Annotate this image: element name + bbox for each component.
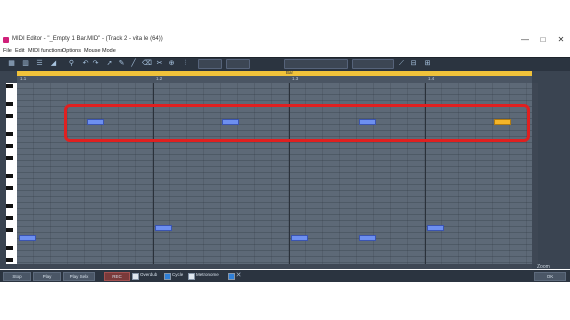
- curve-icon[interactable]: ◢: [50, 60, 57, 67]
- menu-options[interactable]: Options: [62, 48, 81, 54]
- option-checkbox[interactable]: [228, 273, 235, 280]
- black-key[interactable]: [6, 84, 13, 88]
- minimize-button[interactable]: —: [520, 35, 530, 45]
- list-icon[interactable]: ☰: [36, 60, 43, 67]
- black-key[interactable]: [6, 102, 13, 106]
- bar-marker: 1.2: [156, 76, 163, 81]
- vertical-scrollbar[interactable]: [532, 83, 538, 264]
- menu-edit[interactable]: Edit: [15, 48, 24, 54]
- metronome-label: Metronome: [196, 272, 219, 277]
- track-select[interactable]: [284, 59, 348, 69]
- midi-note[interactable]: [19, 235, 36, 241]
- bar-marker: 1.4: [428, 76, 435, 81]
- undo-icon[interactable]: ↶: [82, 60, 89, 67]
- link-icon[interactable]: ⟋: [398, 60, 405, 67]
- grid-icon[interactable]: ▦: [8, 60, 15, 67]
- black-key[interactable]: [6, 204, 13, 208]
- cut-icon[interactable]: ✂: [156, 60, 163, 67]
- note-length-select[interactable]: [226, 59, 250, 69]
- window-title: MIDI Editor - "_Empty 1 Bar.MID" - (Trac…: [12, 36, 163, 42]
- midi-note[interactable]: [427, 225, 444, 231]
- redo-icon[interactable]: ↷: [92, 60, 99, 67]
- record-button[interactable]: REC: [104, 272, 130, 281]
- black-key[interactable]: [6, 228, 13, 232]
- stop-button[interactable]: Stop: [3, 272, 31, 281]
- black-key[interactable]: [6, 186, 13, 190]
- cycle-label: Cycle: [172, 272, 184, 277]
- midi-note[interactable]: [291, 235, 308, 241]
- highlight-annotation: [64, 104, 530, 142]
- black-key[interactable]: [6, 216, 13, 220]
- pointer-icon[interactable]: ➚: [106, 60, 113, 67]
- overdub-checkbox[interactable]: [132, 273, 139, 280]
- ok-button[interactable]: OK: [534, 272, 566, 281]
- draw-line-icon[interactable]: ╱: [130, 60, 137, 67]
- play-button[interactable]: Play: [33, 272, 61, 281]
- midi-note[interactable]: [155, 225, 172, 231]
- midi-note[interactable]: [359, 119, 376, 125]
- black-key[interactable]: [6, 144, 13, 148]
- black-key[interactable]: [6, 258, 13, 262]
- channel-select[interactable]: [352, 59, 394, 69]
- pencil-icon[interactable]: ✎: [118, 60, 125, 67]
- black-key[interactable]: [6, 246, 13, 250]
- velocity-icon[interactable]: ⫶: [182, 60, 189, 67]
- horizontal-scrollbar[interactable]: [17, 264, 532, 269]
- midi-note[interactable]: [359, 235, 376, 241]
- menu-mouse-mode[interactable]: Mouse Mode: [84, 48, 116, 54]
- bar-marker: 1.1: [20, 76, 27, 81]
- snap-select[interactable]: [198, 59, 222, 69]
- settings-icon[interactable]: ⊞: [424, 60, 431, 67]
- midi-note[interactable]: [87, 119, 104, 125]
- menu-file[interactable]: File: [3, 48, 12, 54]
- glue-icon[interactable]: ⊕: [168, 60, 175, 67]
- bar-marker: 1.3: [292, 76, 299, 81]
- filter-icon[interactable]: ⊟: [410, 60, 417, 67]
- track-ruler-label: Bar: [286, 70, 294, 75]
- cycle-checkbox[interactable]: [164, 273, 171, 280]
- black-key[interactable]: [6, 132, 13, 136]
- bar-ruler[interactable]: [17, 76, 532, 83]
- close-small-icon[interactable]: ✕: [235, 272, 242, 279]
- black-key[interactable]: [6, 156, 13, 160]
- metronome-checkbox[interactable]: [188, 273, 195, 280]
- app-icon: [3, 37, 9, 43]
- black-key[interactable]: [6, 114, 13, 118]
- play-selection-button[interactable]: Play Selx: [63, 272, 95, 281]
- close-button[interactable]: ✕: [556, 35, 566, 45]
- midi-note-selected[interactable]: [494, 119, 511, 125]
- midi-note[interactable]: [222, 119, 239, 125]
- eraser-icon[interactable]: ⌫: [142, 60, 152, 67]
- maximize-button[interactable]: □: [538, 35, 548, 45]
- black-key[interactable]: [6, 174, 13, 178]
- overdub-label: Overdub: [140, 272, 158, 277]
- menu-midi-functions[interactable]: MIDI functions: [28, 48, 63, 54]
- piano-icon[interactable]: ▥: [22, 60, 29, 67]
- zoom-icon[interactable]: ⚲: [68, 60, 75, 67]
